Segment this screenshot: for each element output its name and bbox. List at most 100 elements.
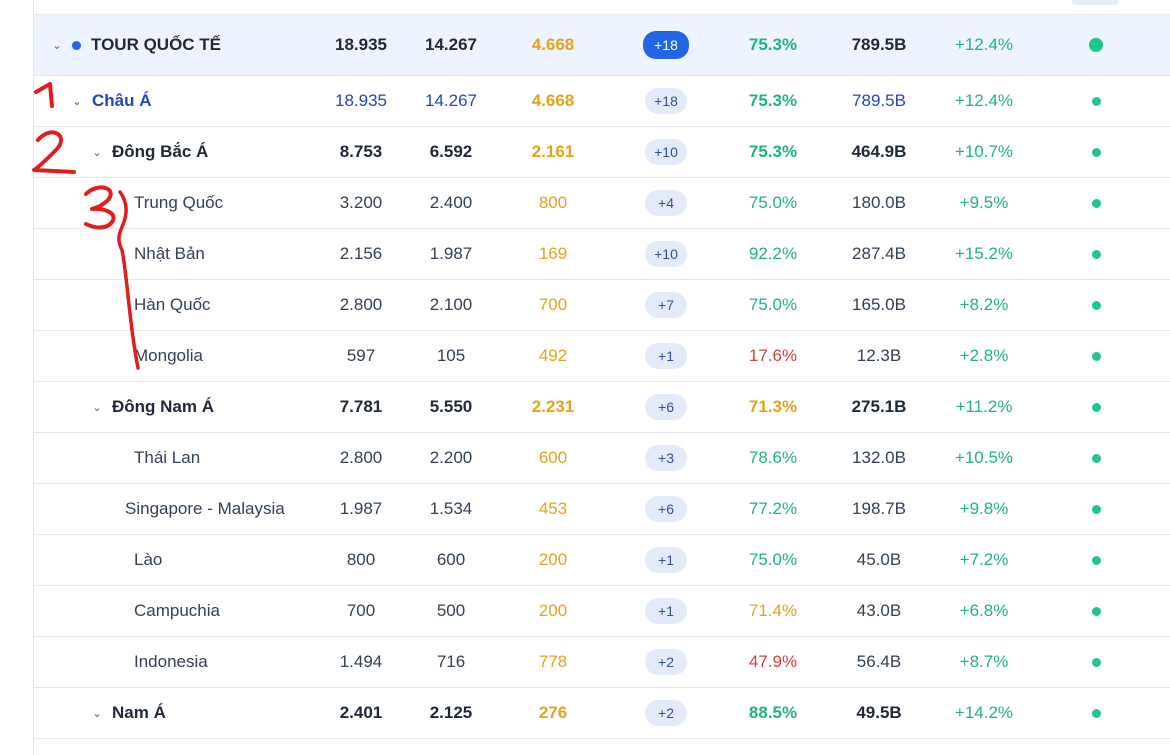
total-cell: 2.800 xyxy=(331,280,391,330)
booked-cell-value: 105 xyxy=(436,346,466,365)
country-row[interactable]: Mongolia 597 105 492 +1 17.6% 12.3B +2.8% xyxy=(34,331,1170,382)
row-name-cell: Lào xyxy=(134,535,162,585)
growth-cell-value: +10.5% xyxy=(954,448,1014,467)
booked-cell: 2.400 xyxy=(421,178,481,228)
row-name: Hàn Quốc xyxy=(134,295,211,314)
change-badge: +18 xyxy=(645,88,687,114)
growth-cell: +8.2% xyxy=(944,280,1024,330)
change-badge: +10 xyxy=(645,139,687,165)
total-row[interactable]: ⌄ TOUR QUỐC TẾ 18.935 14.267 4.668 +18 75.3% 78… xyxy=(34,15,1170,76)
status-cell xyxy=(1076,484,1116,534)
status-dot-icon xyxy=(1091,657,1101,667)
revenue-cell-value: 165.0B xyxy=(852,295,906,314)
status-dot-icon xyxy=(1091,198,1101,208)
country-row[interactable]: Singapore - Malaysia 1.987 1.534 453 +6 77.2%… xyxy=(34,484,1170,535)
remaining-cell: 2.231 xyxy=(523,382,583,432)
remaining-cell-value: 4.668 xyxy=(531,91,575,110)
status-cell xyxy=(1076,535,1116,585)
status-cell xyxy=(1076,433,1116,483)
growth-cell: +15.2% xyxy=(944,229,1024,279)
total-cell-value: 18.935 xyxy=(335,35,387,54)
total-cell-value: 8.753 xyxy=(339,142,383,161)
total-cell: 18.935 xyxy=(331,15,391,75)
status-cell xyxy=(1076,229,1116,279)
revenue-cell: 132.0B xyxy=(839,433,919,483)
country-row[interactable]: Trung Quốc 3.200 2.400 800 +4 75.0% 180.0B +9.5… xyxy=(34,178,1170,229)
occupancy-cell: 75.0% xyxy=(737,178,809,228)
booked-cell: 6.592 xyxy=(421,127,481,177)
region-row[interactable]: ⌄ Nam Á 2.401 2.125 276 +2 88.5% 49.5B +14.2% xyxy=(34,688,1170,739)
growth-cell: +9.8% xyxy=(944,484,1024,534)
booked-cell-value: 14.267 xyxy=(425,35,477,54)
chevron-down-icon[interactable]: ⌄ xyxy=(90,707,104,720)
country-row[interactable]: Indonesia 1.494 716 778 +2 47.9% 56.4B +8.7% xyxy=(34,637,1170,688)
country-row[interactable]: Thái Lan 2.800 2.200 600 +3 78.6% 132.0B +10.5% xyxy=(34,433,1170,484)
status-dot-icon xyxy=(1091,351,1101,361)
status-dot-icon xyxy=(1091,453,1101,463)
row-name-cell: Trung Quốc xyxy=(134,178,223,228)
status-dot-icon xyxy=(1091,504,1101,514)
growth-cell-value: +10.7% xyxy=(954,142,1014,161)
growth-cell-value: +8.2% xyxy=(959,295,1009,314)
booked-cell: 1.987 xyxy=(421,229,481,279)
change-badge: +10 xyxy=(645,241,687,267)
total-cell-value: 18.935 xyxy=(335,91,387,110)
booked-cell-value: 1.987 xyxy=(429,244,473,263)
booked-cell: 14.267 xyxy=(421,15,481,75)
country-row[interactable]: Lào 800 600 200 +1 75.0% 45.0B +7.2% xyxy=(34,535,1170,586)
chevron-down-icon[interactable]: ⌄ xyxy=(70,95,84,108)
growth-cell-value: +9.5% xyxy=(959,193,1009,212)
row-name-cell: Hàn Quốc xyxy=(134,280,211,330)
region-row[interactable]: ⌄ Đông Bắc Á 8.753 6.592 2.161 +10 75.3% 464.9B… xyxy=(34,127,1170,178)
occupancy-cell: 92.2% xyxy=(737,229,809,279)
revenue-cell: 180.0B xyxy=(839,178,919,228)
occupancy-cell-value: 71.4% xyxy=(748,601,798,620)
country-row[interactable]: Campuchia 700 500 200 +1 71.4% 43.0B +6.8% xyxy=(34,586,1170,637)
row-name-cell: Singapore - Malaysia xyxy=(125,484,285,534)
remaining-cell: 200 xyxy=(523,535,583,585)
total-cell: 597 xyxy=(331,331,391,381)
change-badge-cell: +7 xyxy=(636,280,696,330)
country-row[interactable]: Nhật Bản 2.156 1.987 169 +10 92.2% 287.4B +15.2… xyxy=(34,229,1170,280)
occupancy-cell: 75.3% xyxy=(737,15,809,75)
status-cell xyxy=(1076,382,1116,432)
growth-cell: +11.2% xyxy=(944,382,1024,432)
revenue-cell-value: 43.0B xyxy=(856,601,902,620)
growth-cell-value: +12.4% xyxy=(954,91,1014,110)
header-tab[interactable] xyxy=(1072,0,1118,5)
row-name: Mongolia xyxy=(134,346,203,365)
chevron-down-icon[interactable]: ⌄ xyxy=(50,39,64,52)
occupancy-cell: 78.6% xyxy=(737,433,809,483)
occupancy-cell-value: 75.0% xyxy=(748,193,798,212)
change-badge-cell: +18 xyxy=(636,76,696,126)
remaining-cell-value: 600 xyxy=(538,448,568,467)
change-badge: +7 xyxy=(645,292,687,318)
remaining-cell-value: 700 xyxy=(538,295,568,314)
growth-cell: +12.4% xyxy=(944,76,1024,126)
occupancy-cell-value: 71.3% xyxy=(748,397,798,416)
status-cell xyxy=(1076,76,1116,126)
booked-cell-value: 2.125 xyxy=(429,703,473,722)
change-badge: +6 xyxy=(645,496,687,522)
revenue-cell-value: 198.7B xyxy=(852,499,906,518)
country-row[interactable]: Hàn Quốc 2.800 2.100 700 +7 75.0% 165.0B +8.2% xyxy=(34,280,1170,331)
revenue-cell: 789.5B xyxy=(839,15,919,75)
revenue-cell: 287.4B xyxy=(839,229,919,279)
region-row[interactable]: ⌄ Đông Nam Á 7.781 5.550 2.231 +6 71.3% 275.1B +… xyxy=(34,382,1170,433)
region-row[interactable]: ⌄ Châu Á 18.935 14.267 4.668 +18 75.3% 789.5B +1… xyxy=(34,76,1170,127)
chevron-down-icon[interactable]: ⌄ xyxy=(90,146,104,159)
row-name: Thái Lan xyxy=(134,448,201,467)
growth-cell-value: +2.8% xyxy=(959,346,1009,365)
total-cell-value: 1.987 xyxy=(339,499,383,518)
growth-cell: +7.2% xyxy=(944,535,1024,585)
booked-cell-value: 14.267 xyxy=(425,91,477,110)
total-cell-value: 597 xyxy=(346,346,376,365)
change-badge: +1 xyxy=(645,598,687,624)
chevron-down-icon[interactable]: ⌄ xyxy=(90,401,104,414)
revenue-cell-value: 49.5B xyxy=(856,703,902,722)
booked-cell: 716 xyxy=(421,637,481,687)
growth-cell: +9.5% xyxy=(944,178,1024,228)
remaining-cell-value: 800 xyxy=(538,193,568,212)
total-cell-value: 2.156 xyxy=(339,244,383,263)
change-badge: +6 xyxy=(645,394,687,420)
